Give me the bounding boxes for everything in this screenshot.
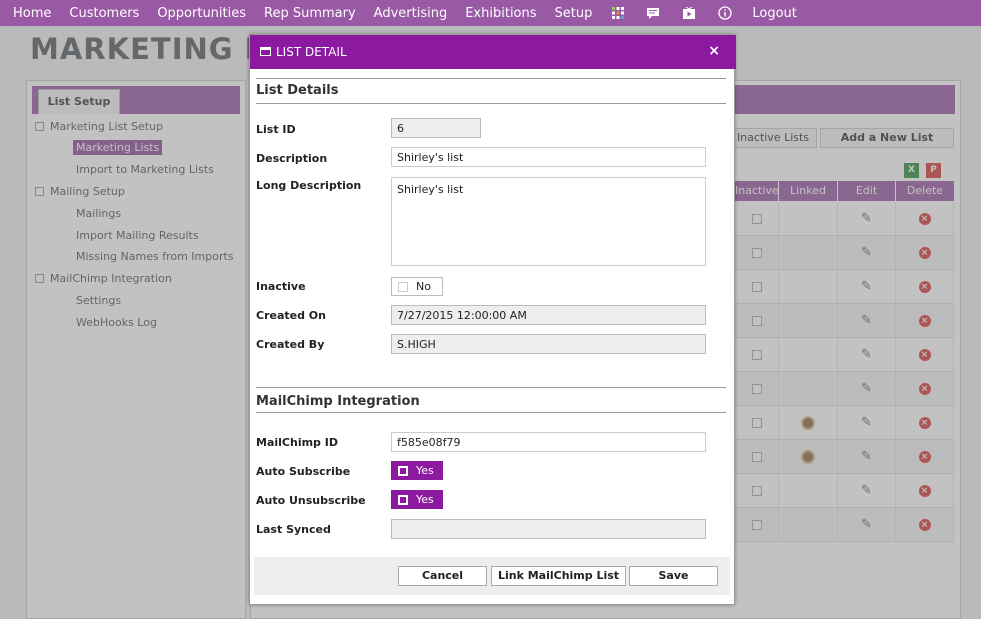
created-on-field: 7/27/2015 12:00:00 AM [391,305,706,325]
auto-unsubscribe-toggle[interactable]: Yes [391,490,443,509]
inactive-label: Inactive [256,280,306,293]
checkbox-icon [398,281,408,292]
long-description-label: Long Description [256,179,362,192]
description-label: Description [256,152,328,165]
info-icon[interactable] [707,6,743,20]
last-synced-label: Last Synced [256,523,331,536]
dialog-footer: Cancel Link MailChimp List Save [254,557,730,595]
section-list-details: List Details [256,78,726,104]
list-id-field: 6 [391,118,481,138]
cancel-button[interactable]: Cancel [398,566,487,586]
nav-rep-summary[interactable]: Rep Summary [255,6,365,21]
top-nav: Home Customers Opportunities Rep Summary… [0,0,981,26]
nav-logout[interactable]: Logout [743,6,806,21]
nav-opportunities[interactable]: Opportunities [148,6,255,21]
inactive-value: No [416,280,431,293]
description-field[interactable]: Shirley's list [391,147,706,167]
long-description-field[interactable]: Shirley's list [391,177,706,266]
list-detail-dialog: LIST DETAIL × List Details List ID 6 Des… [249,34,736,605]
auto-subscribe-value: Yes [416,464,434,477]
video-icon[interactable] [671,6,707,20]
grid-icon[interactable] [601,7,635,19]
list-id-label: List ID [256,123,296,136]
last-synced-field [391,519,706,539]
mailchimp-id-label: MailChimp ID [256,436,338,449]
nav-home[interactable]: Home [4,6,60,21]
created-by-label: Created By [256,338,325,351]
mailchimp-id-field[interactable]: f585e08f79 [391,432,706,452]
auto-subscribe-label: Auto Subscribe [256,465,351,478]
checkbox-icon [398,465,408,476]
created-by-field: S.HIGH [391,334,706,354]
close-icon[interactable]: × [708,43,720,59]
auto-unsubscribe-label: Auto Unsubscribe [256,494,366,507]
inactive-toggle[interactable]: No [391,277,443,296]
checkbox-icon [398,494,408,505]
chat-icon[interactable] [635,7,671,20]
nav-setup[interactable]: Setup [546,6,602,21]
auto-unsubscribe-value: Yes [416,493,434,506]
save-button[interactable]: Save [629,566,718,586]
link-mailchimp-list-button[interactable]: Link MailChimp List [491,566,626,586]
dialog-title: LIST DETAIL [276,45,347,59]
dialog-titlebar: LIST DETAIL × [250,35,736,69]
window-icon [260,47,271,56]
auto-subscribe-toggle[interactable]: Yes [391,461,443,480]
nav-advertising[interactable]: Advertising [365,6,457,21]
nav-exhibitions[interactable]: Exhibitions [456,6,545,21]
section-mailchimp: MailChimp Integration [256,387,726,413]
nav-customers[interactable]: Customers [60,6,148,21]
created-on-label: Created On [256,309,326,322]
